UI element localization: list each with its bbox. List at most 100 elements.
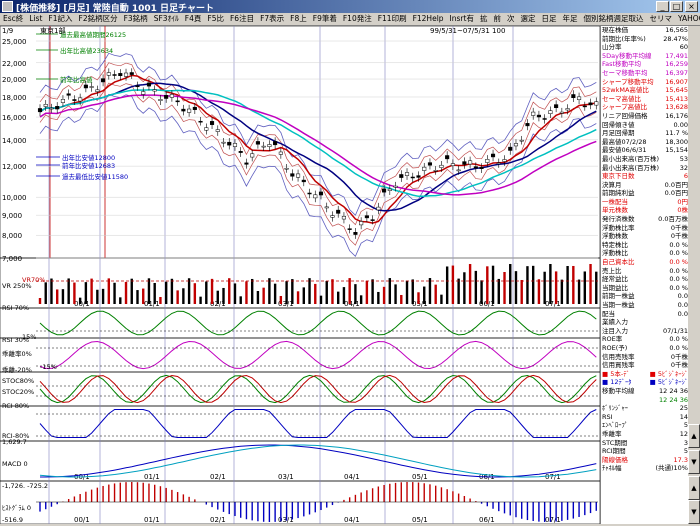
menu-item[interactable]: 選定 xyxy=(517,13,538,25)
volume-bar xyxy=(182,288,185,304)
menu-item[interactable]: 日足 xyxy=(538,13,559,25)
menu-item[interactable]: Insrt有 xyxy=(447,13,477,25)
candle-body xyxy=(181,108,186,112)
menu-item[interactable]: F5比 xyxy=(204,13,227,25)
menu-item[interactable]: F6注目 xyxy=(227,13,257,25)
menu-item[interactable]: 前 xyxy=(490,13,504,25)
info-row: ﾁｬﾈﾙ幅 (共通)10% xyxy=(601,464,689,473)
menu-item[interactable]: 拡 xyxy=(477,13,491,25)
menu-item[interactable]: セリマ xyxy=(646,13,675,25)
menu-item[interactable]: F1記入 xyxy=(45,13,75,25)
minimize-button[interactable]: _ xyxy=(656,1,669,12)
menu-item[interactable]: YAHOO株価取込 xyxy=(675,13,700,25)
info-value: 0.0 xyxy=(677,292,688,301)
candle-body xyxy=(198,120,203,123)
candle-body xyxy=(244,162,249,165)
info-row: 単元株数 0株 xyxy=(601,206,689,215)
candle-body xyxy=(192,106,197,110)
volume-bar xyxy=(153,282,156,304)
volume-bar xyxy=(520,279,523,304)
panel-label: -516.9 xyxy=(2,516,23,524)
menu-item[interactable]: F12Help xyxy=(410,13,447,25)
candle-body xyxy=(353,232,358,235)
x-tick-label: 07/1 xyxy=(545,473,561,481)
volume-bar xyxy=(233,283,237,304)
close-button[interactable]: × xyxy=(685,1,698,12)
info-value: (共通)10% xyxy=(655,464,688,473)
info-value: 12 24 36 xyxy=(659,395,688,404)
scroll-up-small-button[interactable]: ▲ xyxy=(688,476,700,500)
volume-bar xyxy=(405,280,409,304)
volume-bar xyxy=(176,290,179,304)
menu-item[interactable]: F2銘柄区分 xyxy=(76,13,121,25)
info-row: 前期純利益 0.0百円 xyxy=(601,189,689,198)
menu-item[interactable]: F3銘柄 xyxy=(121,13,151,25)
candle-body xyxy=(106,72,111,76)
menu-item[interactable]: F4頁 xyxy=(182,13,205,25)
info-label: 最安値06/6/31 xyxy=(602,146,647,155)
volume-bar xyxy=(382,286,386,304)
volume-bar xyxy=(296,291,300,304)
marker-label: VR70% xyxy=(22,276,45,284)
info-label: 自己資本比 xyxy=(602,258,635,267)
info-label: 東京下日数 xyxy=(602,172,635,181)
annotation-label: 出年比高値23634 xyxy=(60,46,113,55)
info-label: ■ 5本-ﾃﾞ xyxy=(602,369,630,378)
menu-item[interactable]: 年足 xyxy=(559,13,580,25)
info-value: 17.3 xyxy=(673,455,688,464)
scroll-page-button[interactable]: ▼ xyxy=(688,450,700,474)
annotation-label: 過去最高値期間26125 xyxy=(60,30,126,39)
info-label: Fast移動平均 xyxy=(602,60,642,69)
candle-body xyxy=(141,91,146,95)
info-row: 陽線価格 17.3 xyxy=(601,456,689,465)
info-row: 売上比 0.0 % xyxy=(601,267,689,276)
scrollbar[interactable]: ▲ ▼ ▲ ▼ xyxy=(688,26,700,524)
candle-body xyxy=(152,89,157,92)
x-tick-label: 03/1 xyxy=(278,473,294,481)
volume-bar xyxy=(400,294,403,304)
volume-bar xyxy=(595,271,598,304)
panel-label: ﾋｽﾄｸﾞﾗﾑ 0 xyxy=(2,504,31,512)
candle-body xyxy=(450,163,455,166)
menu-item[interactable]: F11印刷 xyxy=(375,13,410,25)
info-value: 0千株 xyxy=(670,352,688,361)
info-label: 乖離率 xyxy=(602,429,622,438)
menu-item[interactable]: F10発注 xyxy=(340,13,375,25)
scroll-up-button[interactable]: ▲ xyxy=(688,424,700,448)
menu-item[interactable]: F9筆着 xyxy=(310,13,340,25)
volume-bar xyxy=(136,290,139,304)
info-row: 当期一株益 0.0 xyxy=(601,301,689,310)
candle-body xyxy=(399,174,404,178)
x-tick-label: 01/1 xyxy=(144,516,160,524)
info-label: 陽線価格 xyxy=(602,455,628,464)
info-row: 最小出来高(百万株) 32 xyxy=(601,164,689,173)
info-row: 業績入力 xyxy=(601,318,689,327)
info-value: 0.00 xyxy=(673,120,688,129)
candle-body xyxy=(158,99,163,101)
stock-chart[interactable]: 25,000 22,000 20,000 18,000 16,000 14,000 12,0… xyxy=(0,25,601,525)
info-value: 0.0 % xyxy=(669,249,688,258)
volume-bar xyxy=(331,279,334,304)
volume-bar xyxy=(428,278,432,304)
maximize-button[interactable]: □ xyxy=(670,1,683,12)
info-label: 発行済株数 xyxy=(602,215,635,224)
scroll-down-button[interactable]: ▼ xyxy=(688,500,700,524)
info-value: 0.0 % xyxy=(669,343,688,352)
info-row: 最安値06/6/31 15,154 xyxy=(601,146,689,155)
candle-body xyxy=(427,162,433,166)
info-row: 最小出来高(百万株) 53 xyxy=(601,155,689,164)
menu-item[interactable]: Esc終 xyxy=(0,13,26,25)
menu-item[interactable]: F7表示 xyxy=(257,13,287,25)
menu-item[interactable]: 個別銘柄週足取込 xyxy=(580,13,646,25)
info-value: 53 xyxy=(679,154,688,163)
menu-item[interactable]: F8上 xyxy=(287,13,310,25)
info-row: 前期一株益 0.0 xyxy=(601,292,689,301)
volume-bar xyxy=(486,266,489,304)
volume-bar xyxy=(56,289,59,304)
menu-item[interactable]: 次 xyxy=(504,13,518,25)
menu-item[interactable]: SF3ｵｲﾙ xyxy=(151,13,182,25)
x-tick-label: 01/1 xyxy=(144,473,160,481)
candle-body xyxy=(439,164,444,168)
chart-area[interactable]: 25,000 22,000 20,000 18,000 16,000 14,000 12,0… xyxy=(0,25,601,525)
menu-item[interactable]: List xyxy=(26,13,45,25)
